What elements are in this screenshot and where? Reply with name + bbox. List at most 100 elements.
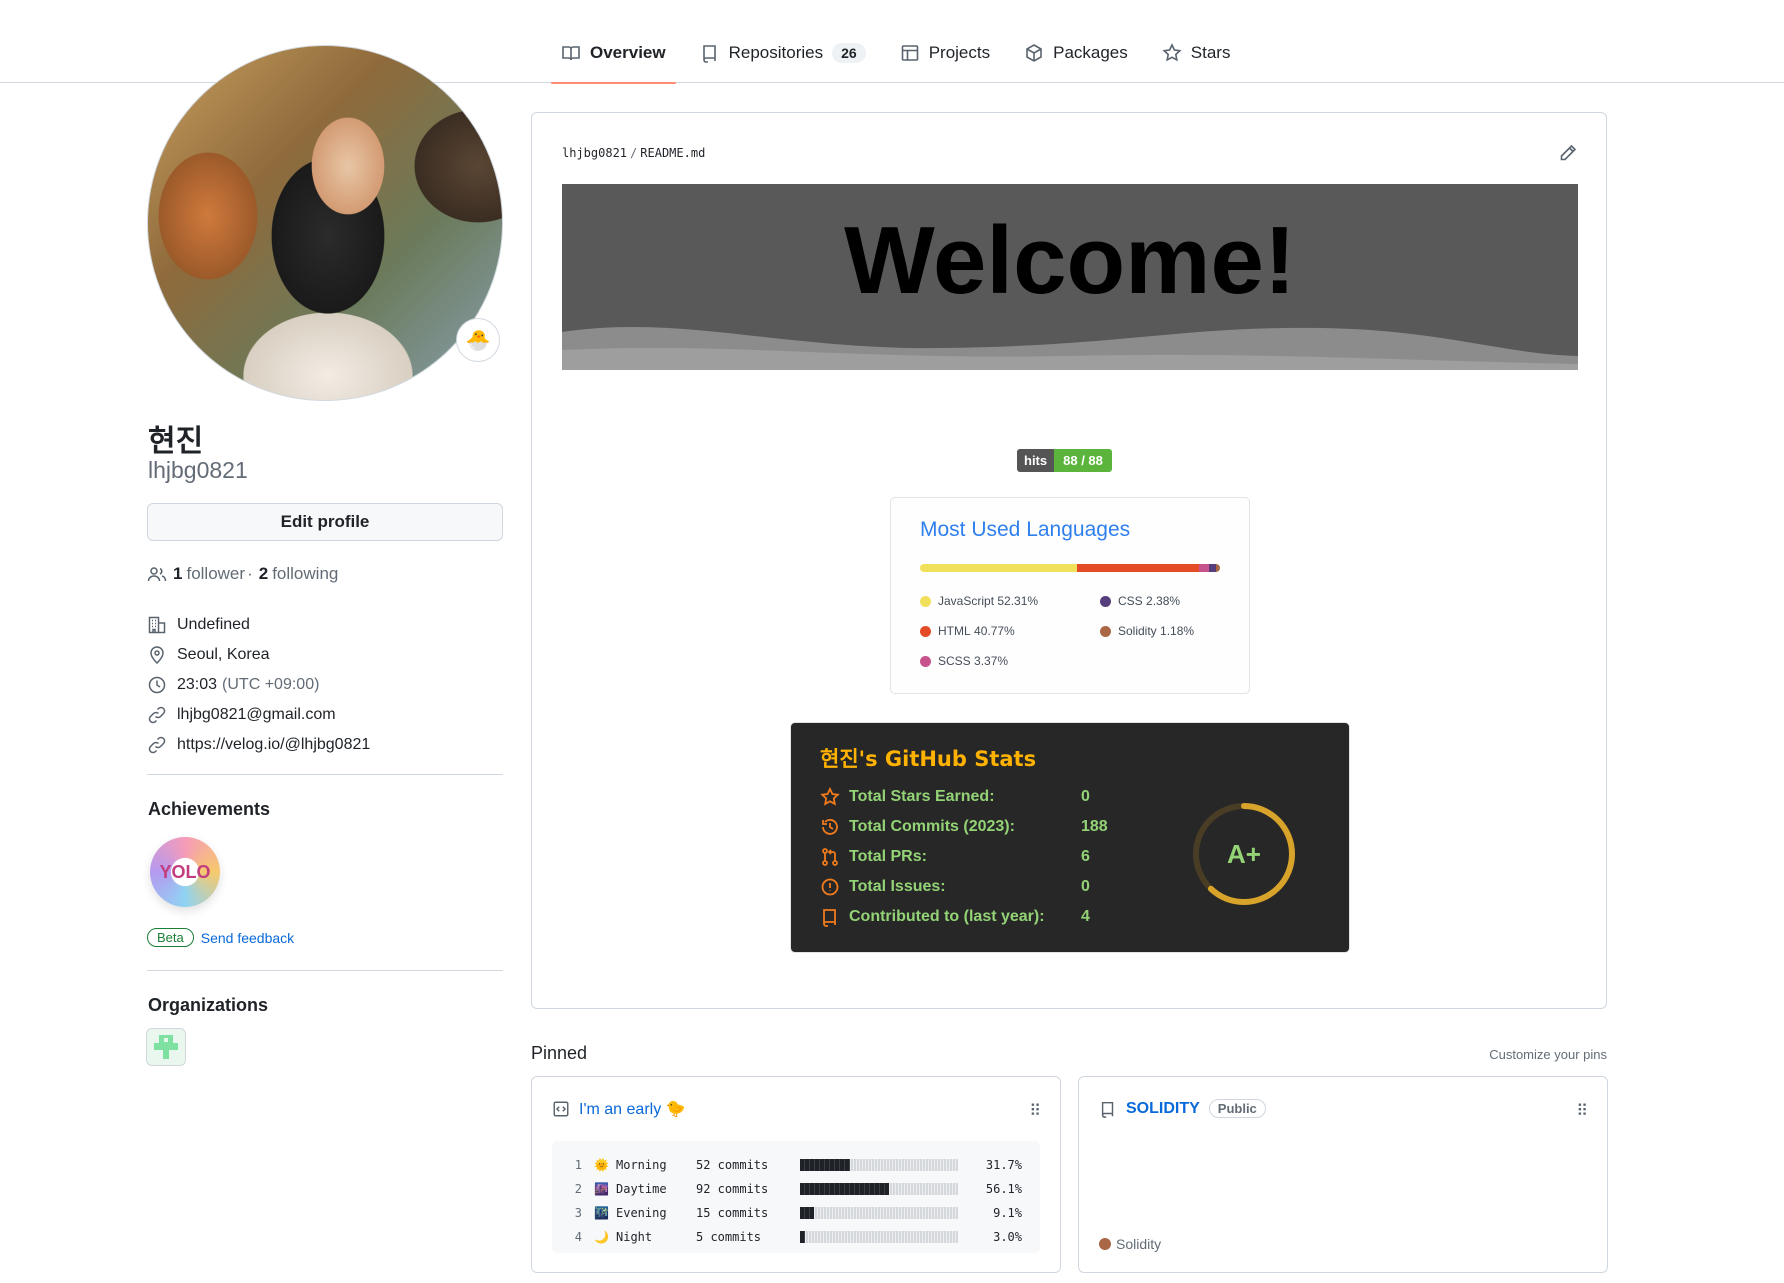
- language-bar-segment-css: [1209, 564, 1217, 572]
- edit-profile-button[interactable]: Edit profile: [147, 503, 503, 541]
- people-icon: [147, 567, 167, 582]
- language-bar-segment-scss: [1199, 564, 1210, 572]
- stat-value: 0: [1081, 878, 1090, 895]
- customize-pins-link[interactable]: Customize your pins: [1489, 1047, 1607, 1062]
- hits-counter-badge[interactable]: hits 88 / 88: [1017, 449, 1112, 472]
- stat-value: 188: [1081, 818, 1108, 835]
- tab-projects[interactable]: Projects: [890, 32, 1000, 74]
- legend-dot: [920, 595, 931, 607]
- repo-count-badge: 26: [832, 43, 866, 63]
- location-icon: [150, 646, 164, 665]
- tab-overview[interactable]: Overview: [551, 32, 676, 84]
- moon-icon: 🌙: [594, 1230, 609, 1244]
- organization-avatar[interactable]: [146, 1028, 186, 1066]
- line-number: 4: [574, 1230, 582, 1244]
- language-bar-segment-solidity: [1216, 564, 1220, 572]
- achievements-beta-row: Beta Send feedback: [147, 928, 294, 947]
- tab-label: Overview: [590, 43, 666, 62]
- commit-percent: 3.0%: [993, 1230, 1022, 1244]
- commit-bar-fill: [800, 1231, 805, 1243]
- organization-icon: [148, 616, 166, 634]
- stat-value: 0: [1081, 788, 1090, 805]
- email-item: lhjbg0821@gmail.com: [147, 700, 370, 730]
- legend-dot: [920, 625, 931, 637]
- tab-repositories[interactable]: Repositories 26: [690, 32, 876, 74]
- line-number: 3: [574, 1206, 582, 1220]
- legend-pct: 2.38%: [1146, 594, 1181, 608]
- legend-dot: [1100, 625, 1111, 637]
- repo-icon: [1101, 1101, 1114, 1118]
- stat-row-contributed: Contributed to (last year): 4: [820, 905, 1090, 929]
- followers-link[interactable]: follower: [186, 564, 245, 584]
- achievement-badge-yolo[interactable]: YOLO: [150, 837, 220, 907]
- period-name: Morning: [616, 1158, 667, 1172]
- timezone: (UTC +09:00): [222, 676, 320, 693]
- top-languages-card: Most Used Languages JavaScript 52.31% HT…: [890, 497, 1250, 694]
- company-item: Undefined: [147, 610, 370, 640]
- achievement-badge-text: YOLO: [159, 861, 211, 882]
- gist-row: 2 🌆 Daytime 92 commits 56.1%: [552, 1177, 1040, 1201]
- link-icon: [148, 706, 166, 724]
- language-bar-segment-html: [1076, 564, 1200, 572]
- legend-item-javascript: JavaScript 52.31%: [920, 594, 1038, 608]
- commit-bar-fill: [800, 1207, 815, 1219]
- legend-item-css: CSS 2.38%: [1100, 594, 1180, 608]
- readme-owner-link[interactable]: lhjbg0821: [562, 146, 627, 160]
- following-count: 2: [258, 564, 269, 583]
- commit-bar-fill: [800, 1159, 851, 1171]
- grade-text: A+: [1227, 838, 1261, 869]
- profile-full-name: 현진: [148, 424, 204, 459]
- commit-bar: [800, 1159, 958, 1171]
- profile-readme: lhjbg0821/README.md Welcome! hits 88 / 8…: [531, 112, 1607, 1009]
- table-icon: [901, 45, 918, 61]
- company-text: Undefined: [177, 616, 250, 633]
- website-link[interactable]: https://velog.io/@lhjbg0821: [177, 736, 370, 754]
- email-link[interactable]: lhjbg0821@gmail.com: [177, 706, 336, 724]
- tab-label: Stars: [1190, 43, 1231, 62]
- beta-label: Beta: [147, 928, 194, 947]
- gist-title-link[interactable]: I'm an early 🐤: [579, 1099, 686, 1119]
- local-time-item: 23:03 (UTC +09:00): [147, 670, 370, 700]
- commit-percent: 56.1%: [985, 1182, 1022, 1196]
- legend-name: HTML: [938, 624, 971, 638]
- sun-icon: 🌞: [594, 1158, 609, 1172]
- readme-file-link[interactable]: README.md: [640, 146, 705, 160]
- legend-item-scss: SCSS 3.37%: [920, 654, 1008, 668]
- achievements-heading: Achievements: [148, 799, 271, 819]
- gist-row: 3 🌃 Evening 15 commits 9.1%: [552, 1201, 1040, 1225]
- stat-label: Total Issues:: [849, 878, 946, 895]
- edit-readme-button[interactable]: [1558, 143, 1578, 163]
- legend-item-solidity: Solidity 1.18%: [1100, 624, 1194, 638]
- path-separator: /: [630, 146, 638, 160]
- tab-stars[interactable]: Stars: [1152, 32, 1241, 74]
- drag-handle-icon[interactable]: ⠿: [1029, 1101, 1041, 1121]
- languages-progress-bar: [920, 564, 1220, 572]
- pinned-heading: Pinned: [531, 1043, 588, 1063]
- repo-header: SOLIDITY Public: [1099, 1099, 1266, 1118]
- stat-value: 6: [1081, 848, 1090, 865]
- stat-row-issues: Total Issues: 0: [820, 875, 1090, 899]
- pinned-repo-card: SOLIDITY Public ⠿ Solidity: [1078, 1076, 1608, 1273]
- repo-title-link[interactable]: SOLIDITY: [1126, 1100, 1200, 1118]
- tab-label: Packages: [1053, 43, 1128, 62]
- status-emoji-button[interactable]: 🐣: [456, 318, 500, 362]
- line-number: 1: [574, 1158, 582, 1172]
- legend-item-html: HTML 40.77%: [920, 624, 1015, 638]
- following-link[interactable]: following: [272, 564, 338, 584]
- gist-row: 1 🌞 Morning 52 commits 31.7%: [552, 1153, 1040, 1177]
- stat-value: 4: [1081, 908, 1090, 925]
- commit-percent: 9.1%: [993, 1206, 1022, 1220]
- gist-content: 1 🌞 Morning 52 commits 31.7% 2 🌆 Daytime…: [552, 1141, 1040, 1253]
- gist-row: 4 🌙 Night 5 commits 3.0%: [552, 1225, 1040, 1249]
- night-city-icon: 🌃: [594, 1206, 609, 1220]
- star-icon: [820, 787, 840, 806]
- organization-logo-icon: [154, 1035, 178, 1059]
- commit-bar: [800, 1183, 958, 1195]
- stat-label: Contributed to (last year):: [849, 908, 1045, 925]
- send-feedback-link[interactable]: Send feedback: [201, 930, 294, 946]
- tab-packages[interactable]: Packages: [1014, 32, 1138, 74]
- avatar[interactable]: [147, 45, 503, 401]
- drag-handle-icon[interactable]: ⠿: [1576, 1101, 1588, 1121]
- star-icon: [1162, 43, 1182, 62]
- period-name: Night: [616, 1230, 653, 1244]
